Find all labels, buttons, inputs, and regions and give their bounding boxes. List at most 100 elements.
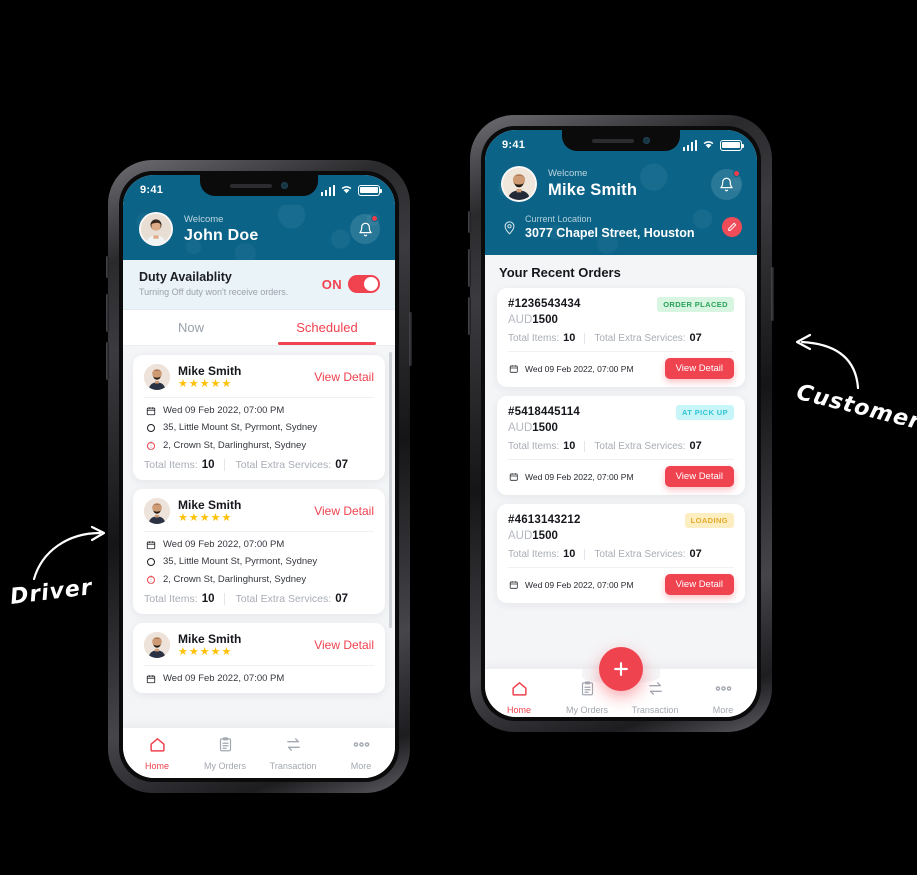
order-date-row: Wed 09 Feb 2022, 07:00 PM (144, 539, 374, 550)
view-detail-button[interactable]: View Detail (664, 574, 734, 595)
extra-services-value: 07 (689, 548, 702, 560)
tab-now-label: Now (177, 320, 204, 335)
location-label: Current Location (525, 214, 592, 224)
order-amount-value: 1500 (532, 530, 558, 542)
phone-button-volume-down (468, 297, 471, 335)
order-date-row: Wed 09 Feb 2022, 07:00 PM (508, 580, 634, 590)
order-currency: AUD (508, 422, 533, 434)
customer-order-card[interactable]: #4613143212 LOADING AUD1500 Total Items:… (497, 504, 745, 603)
notification-button[interactable] (350, 214, 380, 244)
order-amount: AUD1500 (508, 420, 734, 436)
sidebar-item-more[interactable]: More (327, 736, 395, 771)
order-date: Wed 09 Feb 2022, 07:00 PM (163, 673, 285, 684)
order-id: #4613143212 (508, 514, 581, 526)
order-amount-value: 1500 (532, 422, 558, 434)
order-currency: AUD (508, 530, 533, 542)
nav-label-transaction: Transaction (631, 705, 679, 715)
phone-button-volume-down (106, 342, 109, 380)
tab-scheduled[interactable]: Scheduled (259, 310, 395, 345)
customer-app-header: Welcome Mike Smith Current Location 3077… (485, 160, 757, 255)
notification-button[interactable] (711, 168, 742, 200)
user-avatar (144, 632, 170, 658)
earpiece-speaker (592, 138, 634, 143)
wifi-icon (340, 184, 353, 197)
customer-order-card[interactable]: #5418445114 AT PICK UP AUD1500 Total Ite… (497, 396, 745, 495)
order-amount: AUD1500 (508, 312, 734, 328)
list-scrollbar[interactable] (389, 352, 392, 628)
nav-label-home: Home (144, 761, 169, 771)
add-order-fab[interactable] (599, 647, 643, 691)
view-detail-button[interactable]: View Detail (664, 358, 734, 379)
dropoff-row: 2, Crown St, Darlinghurst, Sydney (144, 574, 374, 585)
total-items-value: 10 (563, 440, 576, 452)
driver-order-list[interactable]: Mike Smith ★★★★★ View Detail Wed 09 Feb … (123, 346, 395, 728)
extra-services-label: Total Extra Services: (594, 332, 686, 344)
calendar-icon (144, 674, 157, 684)
sidebar-item-home[interactable]: Home (123, 736, 191, 771)
driver-annotation-arrow (32, 525, 106, 581)
sidebar-item-more[interactable]: More (689, 680, 757, 715)
map-pin-icon (501, 219, 518, 236)
customer-orders-scroll[interactable]: Your Recent Orders #1236543434 ORDER PLA… (485, 255, 757, 669)
front-camera-icon (643, 137, 650, 144)
driver-order-card[interactable]: Mike Smith ★★★★★ View Detail Wed 09 Feb … (133, 355, 385, 480)
pickup-point-icon (146, 557, 155, 566)
customer-order-card[interactable]: #1236543434 ORDER PLACED AUD1500 Total I… (497, 288, 745, 387)
clipboard-icon (580, 680, 595, 702)
view-detail-link[interactable]: View Detail (314, 504, 374, 518)
order-date: Wed 09 Feb 2022, 07:00 PM (525, 363, 634, 374)
order-id: #1236543434 (508, 298, 581, 310)
driver-order-customer-name: Mike Smith (178, 498, 242, 512)
driver-annotation-label: Driver (8, 575, 94, 610)
pickup-row: 35, Little Mount St, Pyrmont, Sydney (144, 556, 374, 567)
edit-location-button[interactable] (722, 217, 742, 237)
rating-stars: ★★★★★ (178, 378, 233, 390)
total-items-value: 10 (563, 548, 576, 560)
calendar-icon (508, 364, 520, 374)
order-date: Wed 09 Feb 2022, 07:00 PM (525, 579, 634, 590)
driver-order-card[interactable]: Mike Smith ★★★★★ View Detail Wed 09 Feb … (133, 489, 385, 614)
user-avatar (144, 364, 170, 390)
pickup-row: 35, Little Mount St, Pyrmont, Sydney (144, 422, 374, 433)
duty-toggle-switch[interactable] (348, 275, 380, 293)
total-items-value: 10 (201, 593, 215, 605)
clipboard-icon (218, 736, 233, 758)
order-totals-row: Total Items: 10 Total Extra Services: 07 (508, 332, 734, 344)
extra-services-value: 07 (689, 332, 702, 344)
order-date-row: Wed 09 Feb 2022, 07:00 PM (508, 472, 634, 482)
status-time: 9:41 (502, 139, 526, 151)
tab-scheduled-label: Scheduled (296, 320, 358, 335)
sidebar-item-my-orders[interactable]: My Orders (191, 736, 259, 771)
avatar (139, 212, 173, 246)
view-detail-link[interactable]: View Detail (314, 370, 374, 384)
total-items-label: Total Items: (508, 332, 560, 344)
order-totals-row: Total Items: 10 Total Extra Services: 07 (508, 548, 734, 560)
bell-icon (720, 177, 733, 191)
view-detail-link[interactable]: View Detail (314, 638, 374, 652)
extra-services-value: 07 (335, 459, 348, 471)
rating-stars: ★★★★★ (178, 512, 233, 524)
view-detail-button[interactable]: View Detail (664, 466, 734, 487)
home-icon (511, 680, 528, 702)
dropoff-address: 2, Crown St, Darlinghurst, Sydney (163, 574, 307, 585)
customer-bottom-nav: Home My Orders Transaction More (485, 647, 757, 717)
cellular-bars-icon (682, 139, 697, 151)
phone-button-mute (106, 256, 109, 278)
driver-screen: 9:41 Welcome John Doe Duty Availablity T… (123, 175, 395, 778)
phone-button-volume-up (468, 249, 471, 287)
extra-services-label: Total Extra Services: (594, 440, 686, 452)
tab-now[interactable]: Now (123, 310, 259, 345)
welcome-label: Welcome (184, 213, 224, 225)
user-name: Mike Smith (548, 181, 638, 199)
avatar (144, 498, 170, 524)
total-items-label: Total Items: (144, 593, 198, 605)
dropoff-address: 2, Crown St, Darlinghurst, Sydney (163, 440, 307, 451)
total-items-label: Total Items: (508, 440, 560, 452)
driver-order-card[interactable]: Mike Smith ★★★★★ View Detail Wed 09 Feb … (133, 623, 385, 693)
sidebar-item-home[interactable]: Home (485, 680, 553, 715)
sidebar-item-transaction[interactable]: Transaction (259, 736, 327, 771)
home-icon (149, 736, 166, 758)
user-avatar (144, 498, 170, 524)
nav-label-home: Home (506, 705, 531, 715)
driver-notch (200, 175, 318, 196)
